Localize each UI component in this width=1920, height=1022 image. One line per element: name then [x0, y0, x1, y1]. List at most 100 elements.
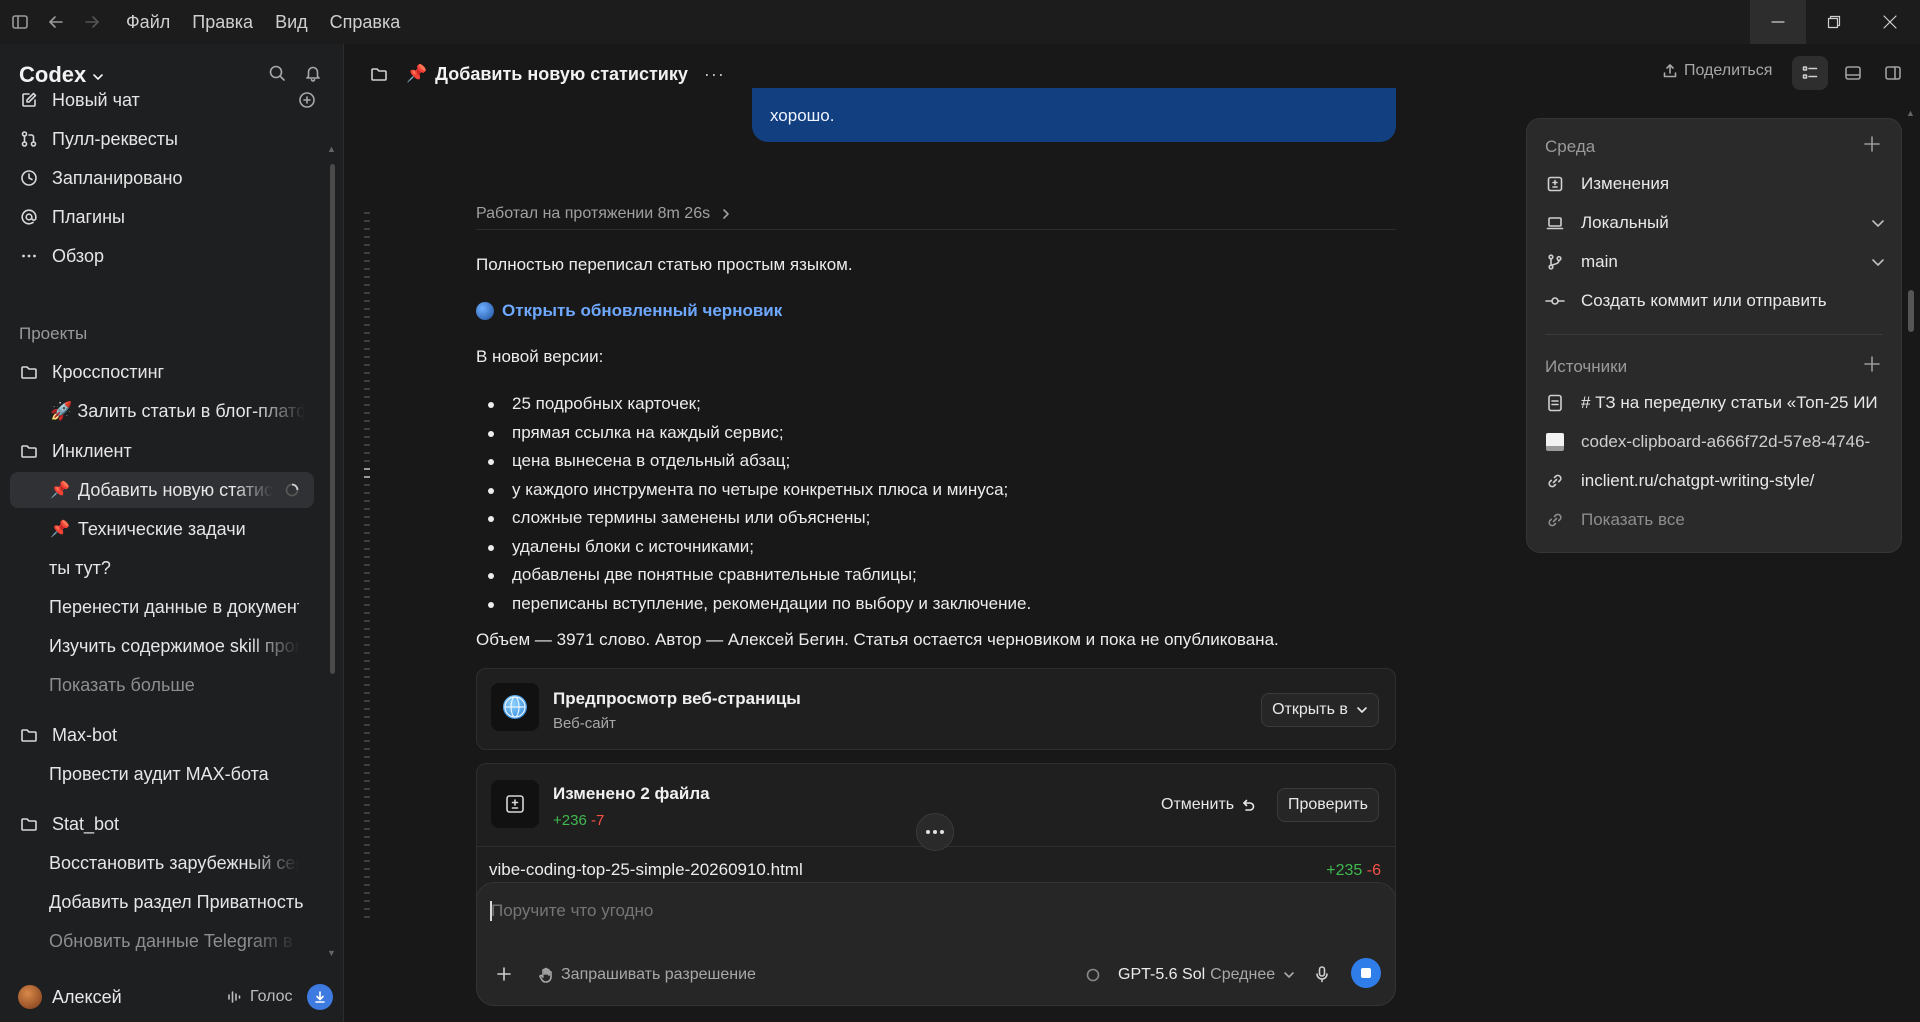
sidebar-scrollbar[interactable] — [330, 164, 335, 674]
scroll-up-icon[interactable]: ▲ — [1906, 108, 1915, 118]
show-more-link[interactable]: Показать больше — [10, 667, 314, 703]
sidebar-toggle-icon[interactable] — [0, 0, 40, 44]
chat-item[interactable]: Добавить раздел Приватность — [10, 884, 314, 920]
menu-file[interactable]: Файл — [126, 12, 170, 33]
terminal-panel-icon[interactable] — [1844, 64, 1862, 82]
pin-icon: 📌 — [50, 521, 70, 538]
worked-duration-row[interactable]: Работал на протяжении 8m 26s — [476, 202, 1396, 230]
review-button[interactable]: Проверить — [1277, 788, 1379, 822]
changed-file-name[interactable]: vibe-coding-top-25-simple-20260910.html — [489, 860, 803, 880]
menu-edit[interactable]: Правка — [192, 12, 253, 33]
model-selector[interactable]: GPT-5.6 Sol Среднее — [1118, 966, 1295, 984]
list-item: удалены блоки с источниками; — [476, 533, 1396, 562]
context-usage-icon[interactable] — [1085, 967, 1101, 983]
search-icon[interactable] — [268, 64, 286, 82]
env-row-local[interactable]: Локальный — [1545, 208, 1885, 238]
add-source-button[interactable] — [1863, 355, 1881, 373]
download-icon — [315, 991, 325, 1003]
card-title: Предпросмотр веб-страницы — [553, 689, 801, 708]
undo-button[interactable]: Отменить — [1161, 796, 1256, 814]
globe-icon — [491, 683, 539, 731]
chat-item[interactable]: 📌 Технические задачи — [10, 511, 314, 547]
panel-divider — [1545, 334, 1883, 335]
back-arrow-icon[interactable] — [40, 0, 72, 44]
user-name[interactable]: Алексей — [52, 987, 122, 1008]
list-item: сложные термины заменены или объяснены; — [476, 504, 1396, 533]
chat-title: Изучить содержимое skill пром — [49, 635, 299, 656]
project-name: Stat_bot — [52, 813, 120, 834]
web-preview-card[interactable]: Предпросмотр веб-страницы Веб-сайт Откры… — [476, 668, 1396, 750]
project-name: Кросспостинг — [52, 361, 165, 382]
main-scrollbar[interactable] — [1908, 290, 1914, 332]
chevron-down-icon — [1872, 259, 1884, 266]
close-window-button[interactable] — [1862, 0, 1918, 44]
chat-item[interactable]: Провести аудит MAX-бота — [10, 756, 314, 792]
forward-arrow-icon[interactable] — [72, 0, 112, 44]
more-actions-button[interactable] — [916, 813, 954, 851]
scroll-down-icon[interactable]: ▼ — [327, 948, 336, 958]
card-subtitle: Веб-сайт — [553, 715, 616, 732]
source-item[interactable]: codex-clipboard-a666f72d-57e8-4746- — [1545, 427, 1885, 457]
microphone-button[interactable] — [1313, 965, 1331, 983]
chat-item-active[interactable]: 📌 Добавить новую статис — [10, 472, 314, 508]
environment-panel: Среда Изменения Локальный main Создать к… — [1526, 118, 1902, 553]
link-icon — [1545, 472, 1565, 490]
env-row-branch[interactable]: main — [1545, 247, 1885, 277]
chat-item[interactable]: Изучить содержимое skill пром — [10, 628, 314, 664]
stop-button[interactable] — [1351, 958, 1381, 988]
ellipsis-icon — [926, 830, 944, 834]
side-panel-icon[interactable] — [1884, 64, 1902, 82]
laptop-icon — [1545, 214, 1565, 232]
folder-icon — [14, 363, 44, 381]
sidebar-item-new-chat[interactable]: Новый чат — [10, 82, 316, 118]
show-all-sources[interactable]: Показать все — [1545, 505, 1885, 535]
source-title: inclient.ru/chatgpt-writing-style/ — [1581, 471, 1815, 490]
source-item[interactable]: inclient.ru/chatgpt-writing-style/ — [1545, 466, 1885, 496]
more-options-button[interactable]: ··· — [704, 64, 725, 85]
menu-view[interactable]: Вид — [275, 12, 308, 33]
source-item[interactable]: # ТЗ на переделку статьи «Топ-25 ИИ — [1545, 388, 1885, 418]
menu-help[interactable]: Справка — [330, 12, 401, 33]
restore-button[interactable] — [1806, 0, 1862, 44]
checklist-panel-button[interactable] — [1792, 56, 1828, 90]
chat-item[interactable]: Перенести данные в документ — [10, 589, 314, 625]
sidebar-item-overview[interactable]: Обзор — [10, 238, 314, 274]
project-crossposting[interactable]: Кросспостинг — [10, 354, 314, 390]
add-attachment-button[interactable] — [495, 965, 513, 983]
add-environment-button[interactable] — [1863, 135, 1881, 153]
minimize-button[interactable] — [1750, 0, 1806, 44]
folder-icon[interactable] — [370, 65, 388, 83]
chat-item[interactable]: 🚀 Залить статьи в блог-платфо — [10, 393, 314, 429]
env-row-changes[interactable]: Изменения — [1545, 169, 1885, 199]
scroll-timeline[interactable] — [364, 212, 372, 922]
permission-mode-button[interactable]: Запрашивать разрешение — [537, 966, 756, 984]
share-button[interactable]: Поделиться — [1662, 62, 1772, 80]
voice-label: Голос — [250, 988, 293, 1005]
project-inclient[interactable]: Инклиент — [10, 433, 314, 469]
chat-title: 🚀 Залить статьи в блог-платфо — [50, 400, 305, 421]
chat-item[interactable]: Обновить данные Telegram в .e — [10, 923, 314, 959]
show-all-label: Показать все — [1581, 510, 1685, 529]
download-update-button[interactable] — [307, 984, 333, 1010]
sidebar-item-scheduled[interactable]: Запланировано — [10, 160, 314, 196]
add-circle-icon[interactable] — [298, 91, 316, 109]
project-max-bot[interactable]: Max-bot — [10, 717, 314, 753]
voice-button[interactable]: Голос — [226, 988, 293, 1006]
upload-icon — [1663, 64, 1677, 78]
sidebar-item-plugins[interactable]: Плагины — [10, 199, 314, 235]
open-draft-link[interactable]: Открыть обновленный черновик — [476, 301, 1396, 321]
stop-icon — [1361, 968, 1371, 978]
bell-icon[interactable] — [304, 64, 322, 82]
chat-item[interactable]: Восстановить зарубежный серв — [10, 845, 314, 881]
avatar[interactable] — [18, 985, 42, 1009]
chevron-down-icon — [1872, 220, 1884, 227]
chat-item[interactable]: ты тут? — [10, 550, 314, 586]
prompt-input[interactable] — [491, 897, 1371, 925]
scroll-up-icon[interactable]: ▲ — [327, 144, 336, 154]
project-stat-bot[interactable]: Stat_bot — [10, 806, 314, 842]
env-row-commit[interactable]: Создать коммит или отправить — [1545, 286, 1885, 316]
sidebar-item-pull-requests[interactable]: Пулл-реквесты — [10, 121, 314, 157]
hand-icon — [539, 967, 552, 983]
file-lines-added: +235 — [1326, 862, 1363, 879]
open-in-button[interactable]: Открыть в — [1261, 693, 1379, 727]
